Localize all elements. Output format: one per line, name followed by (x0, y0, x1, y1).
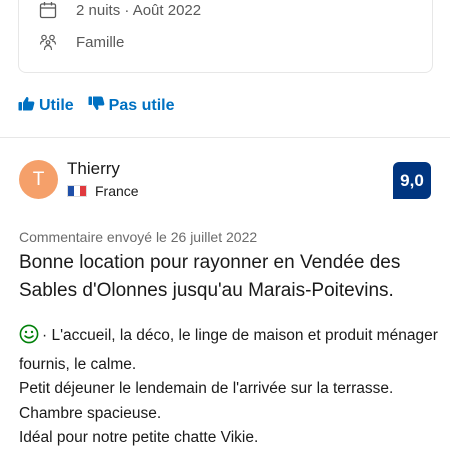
thumbs-down-icon (88, 96, 109, 116)
thumbs-up-icon (18, 96, 39, 116)
calendar-icon (39, 1, 57, 19)
helpful-button[interactable]: Utile (18, 96, 74, 116)
unhelpful-label: Pas utile (108, 97, 175, 114)
review-line: · L'accueil, la déco, le linge de maison… (19, 324, 439, 377)
review-line-text: · L'accueil, la déco, le linge de maison… (19, 327, 438, 373)
helpful-label: Utile (39, 97, 74, 114)
unhelpful-button[interactable]: Pas utile (88, 96, 175, 116)
review-date: Commentaire envoyé le 26 juillet 2022 (19, 229, 258, 245)
traveler-type-row: Famille (39, 33, 124, 51)
country-name: France (95, 183, 139, 199)
score-badge: 9,0 (393, 162, 431, 199)
review-line: Petit déjeuner le lendemain de l'arrivée… (19, 380, 394, 397)
france-flag-icon (67, 185, 87, 197)
reviewer-country: France (67, 183, 139, 199)
group-icon (39, 33, 57, 51)
stay-details-card: 2 nuits · Août 2022 Famille (18, 0, 433, 73)
traveler-type-text: Famille (76, 33, 125, 51)
smiley-icon (19, 324, 39, 353)
section-divider (0, 137, 450, 138)
stay-nights-row: 2 nuits · Août 2022 (39, 1, 201, 19)
review-positive-text: · L'accueil, la déco, le linge de maison… (19, 324, 439, 451)
reviewer-name: Thierry (67, 159, 120, 178)
review-line: Idéal pour notre petite chatte Vikie. (19, 429, 259, 446)
avatar: T (19, 160, 58, 199)
stay-nights-text: 2 nuits · Août 2022 (76, 1, 202, 19)
review-line: Chambre spacieuse. (19, 404, 162, 422)
review-title: Bonne location pour rayonner en Vendée d… (19, 252, 401, 301)
review-vote-row: Utile Pas utile (18, 96, 174, 116)
